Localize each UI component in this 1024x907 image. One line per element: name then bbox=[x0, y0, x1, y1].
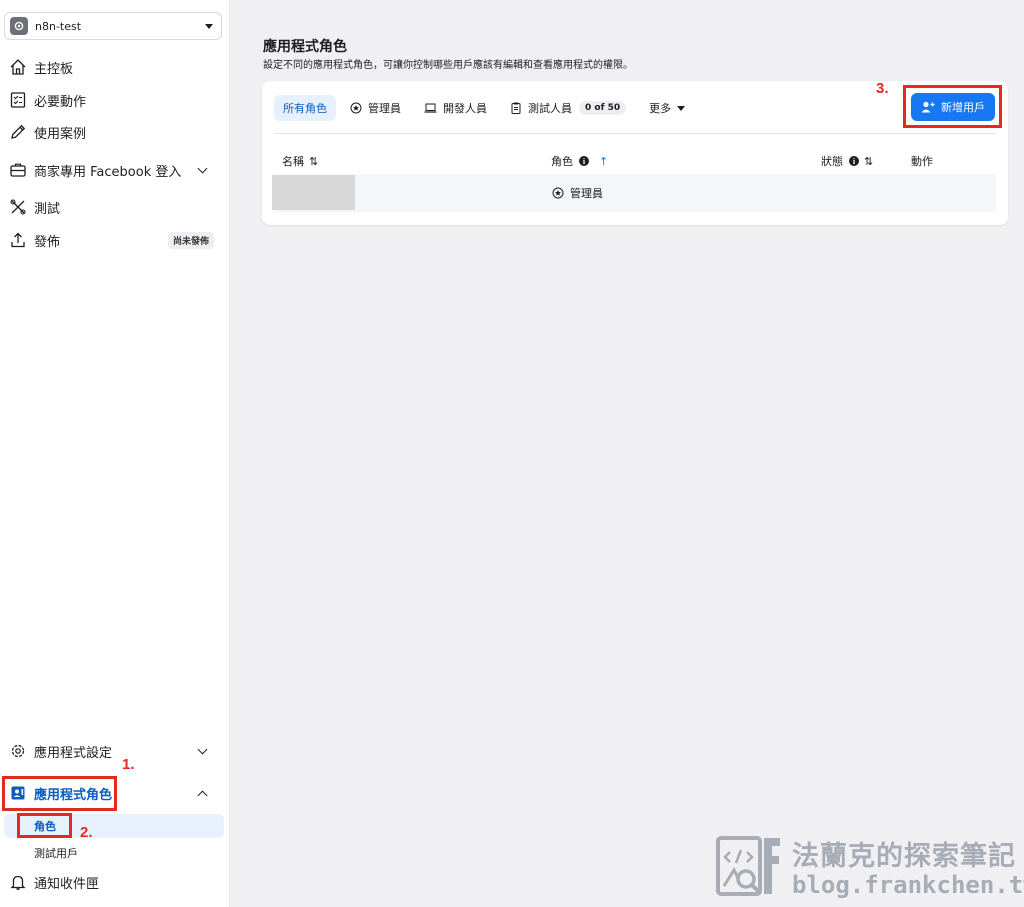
sort-both-icon: ⇅ bbox=[309, 154, 319, 168]
chevron-up-icon bbox=[197, 790, 208, 800]
annotation-number-3: 3. bbox=[876, 80, 889, 97]
tester-count-badge: 0 of 50 bbox=[579, 101, 627, 115]
app-name: n8n-test bbox=[35, 19, 82, 33]
info-icon[interactable]: i bbox=[579, 156, 589, 166]
tab-testers[interactable]: 測試人員 0 of 50 bbox=[501, 95, 635, 121]
sidebar: n8n-test 主控板 必要動作 使用案例 商家專用 Facebook 登入 … bbox=[0, 0, 230, 907]
column-header-name[interactable]: 名稱 ⇅ bbox=[282, 153, 318, 169]
sidebar-item-required-actions[interactable]: 必要動作 bbox=[0, 85, 226, 115]
sidebar-item-test[interactable]: 測試 bbox=[0, 192, 226, 222]
tab-label: 所有角色 bbox=[283, 102, 327, 115]
watermark-logo-icon bbox=[716, 836, 780, 896]
column-header-role[interactable]: 角色 i ↑ bbox=[551, 153, 608, 169]
page-title: 應用程式角色 bbox=[263, 39, 347, 55]
column-label: 名稱 bbox=[282, 155, 304, 168]
redacted-user-avatar bbox=[272, 175, 355, 210]
upload-icon bbox=[8, 230, 28, 250]
tab-label: 管理員 bbox=[368, 102, 401, 115]
caret-down-icon bbox=[677, 105, 686, 111]
tab-all-roles[interactable]: 所有角色 bbox=[274, 95, 336, 121]
roles-card: 所有角色 管理員 開發人員 測試人員 0 of 50 更多 新增用戶 名稱 ⇅ … bbox=[262, 81, 1008, 225]
info-icon[interactable]: i bbox=[849, 156, 859, 166]
sidebar-subitem-test-users[interactable]: 測試用戶 bbox=[4, 841, 224, 865]
pencil-icon bbox=[8, 122, 28, 142]
sidebar-item-app-settings[interactable]: 應用程式設定 bbox=[0, 736, 226, 766]
tab-developers[interactable]: 開發人員 bbox=[415, 95, 496, 121]
annotation-box-3 bbox=[903, 85, 1002, 128]
sidebar-item-label: 必要動作 bbox=[34, 94, 87, 110]
sidebar-item-label: 測試 bbox=[34, 201, 61, 217]
clipboard-icon bbox=[510, 102, 522, 114]
home-icon bbox=[8, 57, 28, 77]
annotation-box-1 bbox=[2, 776, 117, 811]
annotation-box-2 bbox=[17, 813, 72, 838]
tab-more[interactable]: 更多 bbox=[640, 95, 694, 121]
column-label: 角色 bbox=[551, 155, 573, 168]
shield-star-icon bbox=[350, 102, 362, 114]
page-description: 設定不同的應用程式角色，可讓你控制哪些用戶應該有編輯和查看應用程式的權限。 bbox=[263, 60, 633, 71]
tab-label: 更多 bbox=[649, 102, 672, 115]
watermark-title: 法蘭克的探索筆記 bbox=[792, 841, 1016, 872]
caret-down-icon bbox=[205, 23, 213, 29]
app-gear-icon bbox=[10, 17, 28, 35]
sidebar-item-label: 商家專用 Facebook 登入 bbox=[34, 164, 182, 180]
sidebar-item-notifications[interactable]: 通知收件匣 bbox=[0, 867, 226, 897]
sidebar-item-use-cases[interactable]: 使用案例 bbox=[0, 117, 226, 147]
status-badge: 尚未發佈 bbox=[167, 231, 214, 249]
annotation-number-1: 1. bbox=[122, 756, 135, 773]
role-label: 管理員 bbox=[570, 187, 603, 200]
briefcase-icon bbox=[8, 160, 28, 180]
column-label: 狀態 bbox=[821, 155, 843, 168]
role-cell: 管理員 bbox=[552, 185, 603, 201]
sidebar-item-label: 主控板 bbox=[34, 61, 74, 77]
sidebar-item-label: 通知收件匣 bbox=[34, 876, 100, 892]
app-selector[interactable]: n8n-test bbox=[4, 12, 222, 40]
checklist-icon bbox=[8, 90, 28, 110]
sidebar-item-label: 應用程式設定 bbox=[34, 745, 113, 761]
sidebar-item-facebook-login[interactable]: 商家專用 Facebook 登入 bbox=[0, 155, 226, 185]
chevron-down-icon bbox=[197, 744, 208, 754]
sort-both-icon: ⇅ bbox=[864, 154, 874, 168]
sort-ascending-icon: ↑ bbox=[599, 154, 609, 168]
tab-label: 開發人員 bbox=[443, 102, 487, 115]
chevron-down-icon bbox=[197, 163, 208, 173]
annotation-number-2: 2. bbox=[80, 824, 93, 841]
tab-admins[interactable]: 管理員 bbox=[341, 95, 410, 121]
laptop-icon bbox=[424, 102, 437, 114]
tab-label: 測試人員 bbox=[528, 102, 572, 115]
sidebar-item-dashboard[interactable]: 主控板 bbox=[0, 52, 226, 82]
tabs-divider bbox=[274, 133, 996, 134]
gear-icon bbox=[8, 741, 28, 761]
column-label: 動作 bbox=[911, 155, 933, 168]
table-row: 管理員 bbox=[272, 174, 996, 212]
sidebar-item-label: 發佈 bbox=[34, 234, 61, 250]
shield-star-icon bbox=[552, 187, 564, 199]
role-tabs: 所有角色 管理員 開發人員 測試人員 0 of 50 更多 bbox=[274, 95, 699, 121]
sidebar-item-label: 使用案例 bbox=[34, 126, 87, 142]
watermark: 法蘭克的探索筆記 blog.frankchen.tw bbox=[716, 834, 1024, 900]
sidebar-subitem-label: 測試用戶 bbox=[34, 847, 78, 860]
column-header-status[interactable]: 狀態 i ⇅ bbox=[821, 153, 873, 169]
tools-icon bbox=[8, 197, 28, 217]
column-header-action: 動作 bbox=[911, 153, 933, 169]
watermark-url: blog.frankchen.tw bbox=[792, 871, 1024, 899]
sidebar-item-publish[interactable]: 發佈 尚未發佈 bbox=[0, 225, 226, 255]
bell-icon bbox=[8, 872, 28, 892]
